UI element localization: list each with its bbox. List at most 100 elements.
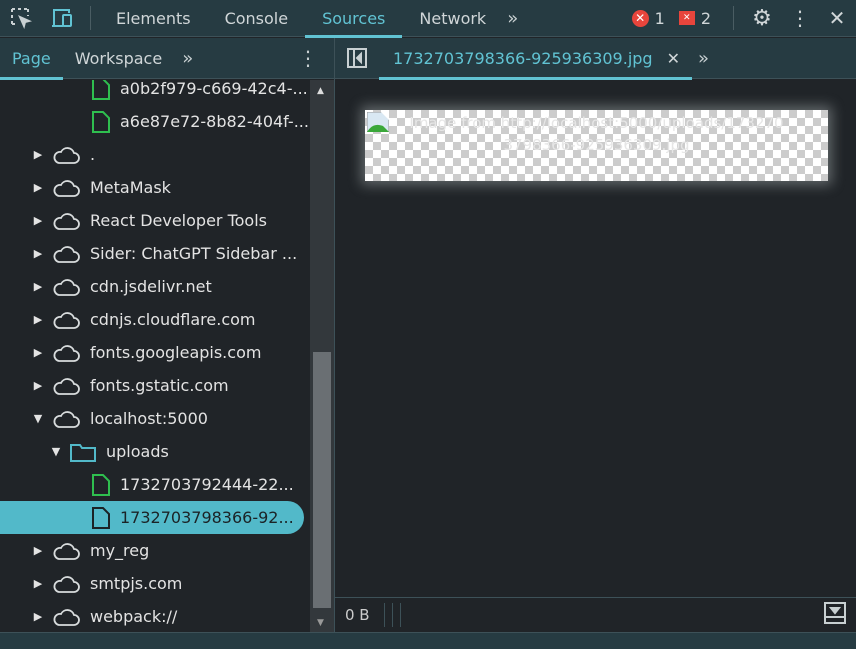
tree-item-label: 1732703792444-22...: [120, 475, 294, 494]
cloud-icon: [53, 278, 80, 296]
tab-console[interactable]: Console: [208, 0, 306, 37]
divider: [90, 6, 91, 30]
file-icon: [92, 80, 110, 100]
collapsed-arrow-icon[interactable]: ▶: [32, 214, 44, 227]
issue-icon: ✕: [678, 11, 695, 25]
editor-tab[interactable]: 1732703798366-925936309.jpg ✕: [379, 39, 692, 80]
tree-item[interactable]: ▶ my_reg: [0, 534, 304, 567]
tree-item[interactable]: a6e87e72-8b82-404f-...: [0, 105, 309, 138]
toggle-drawer-icon[interactable]: [824, 602, 846, 628]
file-icon: [92, 473, 110, 496]
tree-item-label: a0b2f979-c669-42c4-...: [120, 80, 308, 98]
toggle-navigator-icon[interactable]: [335, 48, 379, 68]
tree-item-label: webpack://: [90, 607, 178, 626]
tree-item-label: cdn.jsdelivr.net: [90, 277, 212, 296]
tab-page[interactable]: Page: [0, 38, 63, 80]
collapsed-arrow-icon[interactable]: ▶: [32, 181, 44, 194]
scroll-up-icon[interactable]: ▲: [317, 86, 324, 96]
tree-item[interactable]: ▶ React Developer Tools: [0, 204, 304, 237]
divider: [399, 603, 401, 627]
tree-item[interactable]: a0b2f979-c669-42c4-...: [0, 80, 308, 105]
cloud-icon: [53, 542, 80, 560]
tree-item-label: .: [90, 145, 96, 164]
collapsed-arrow-icon[interactable]: ▶: [32, 247, 44, 260]
tree-item-label: fonts.googleapis.com: [90, 343, 262, 362]
tree-item-label: my_reg: [90, 541, 150, 560]
collapsed-arrow-icon[interactable]: ▶: [32, 379, 44, 392]
drawer-bar: [0, 632, 856, 649]
close-devtools-icon[interactable]: ✕: [818, 6, 856, 30]
cloud-icon: [53, 608, 80, 626]
file-tree: a0b2f979-c669-42c4-... a6e87e72-8b82-404f…: [0, 80, 310, 632]
tree-item[interactable]: ▶ cdn.jsdelivr.net: [0, 270, 304, 303]
tree-item[interactable]: ▶ cdnjs.cloudflare.com: [0, 303, 304, 336]
tree-item[interactable]: ▶.: [0, 138, 304, 171]
cloud-icon: [53, 212, 80, 230]
issue-count[interactable]: ✕ 2: [678, 9, 711, 28]
tree-item-label: 1732703798366-92...: [120, 508, 294, 527]
tree-item[interactable]: ▶ fonts.googleapis.com: [0, 336, 304, 369]
divider: [383, 603, 385, 627]
tree-scrollbar[interactable]: ▲ ▼: [310, 80, 334, 632]
navigator-menu-icon[interactable]: ⋮: [298, 46, 318, 70]
tab-elements[interactable]: Elements: [99, 0, 208, 37]
collapsed-arrow-icon[interactable]: ▶: [32, 577, 44, 590]
tree-item[interactable]: 1732703798366-92...: [0, 501, 304, 534]
tree-item[interactable]: ▼ uploads: [0, 435, 304, 468]
scroll-down-icon[interactable]: ▼: [317, 618, 324, 628]
collapsed-arrow-icon[interactable]: ▶: [32, 148, 44, 161]
tree-item-label: fonts.gstatic.com: [90, 376, 229, 395]
editor-tabbar: 1732703798366-925936309.jpg ✕ »: [335, 38, 856, 80]
divider: [391, 603, 393, 627]
tree-item[interactable]: ▼ localhost:5000: [0, 402, 304, 435]
collapsed-arrow-icon[interactable]: ▶: [32, 346, 44, 359]
more-tabs-icon[interactable]: »: [507, 8, 518, 29]
collapsed-arrow-icon[interactable]: ▶: [32, 610, 44, 623]
device-toolbar-icon[interactable]: [42, 0, 82, 37]
inspect-element-icon[interactable]: [0, 0, 42, 37]
tree-item[interactable]: 1732703792444-22...: [0, 468, 304, 501]
image-placeholder: Image from http://localhost:5000/uploads…: [365, 110, 828, 181]
status-bar: 0 B: [335, 597, 856, 632]
cloud-icon: [53, 245, 80, 263]
folder-icon: [70, 443, 96, 462]
tree-item-label: React Developer Tools: [90, 211, 267, 230]
tree-item-label: cdnjs.cloudflare.com: [90, 310, 256, 329]
tree-item-label: localhost:5000: [90, 409, 208, 428]
navigator-tabbar: Page Workspace » ⋮: [0, 38, 334, 80]
expanded-arrow-icon[interactable]: ▼: [50, 445, 62, 458]
collapsed-arrow-icon[interactable]: ▶: [32, 313, 44, 326]
tree-item-label: Sider: ChatGPT Sidebar ...: [90, 244, 298, 263]
error-count[interactable]: ✕ 1: [631, 9, 665, 28]
expanded-arrow-icon[interactable]: ▼: [32, 412, 44, 425]
tree-item-label: MetaMask: [90, 178, 171, 197]
tree-item[interactable]: ▶ MetaMask: [0, 171, 304, 204]
tab-sources[interactable]: Sources: [305, 0, 403, 38]
tree-item-label: uploads: [106, 442, 169, 461]
close-tab-icon[interactable]: ✕: [667, 49, 680, 68]
more-tabs-icon[interactable]: »: [698, 48, 709, 69]
cloud-icon: [53, 146, 80, 164]
tree-item-label: a6e87e72-8b82-404f-...: [120, 112, 309, 131]
settings-gear-icon[interactable]: ⚙: [742, 6, 782, 31]
collapsed-arrow-icon[interactable]: ▶: [32, 280, 44, 293]
tab-workspace[interactable]: Workspace: [63, 38, 174, 79]
collapsed-arrow-icon[interactable]: ▶: [32, 544, 44, 557]
cloud-icon: [53, 377, 80, 395]
file-icon: [92, 110, 110, 133]
cloud-icon: [53, 344, 80, 362]
tree-item[interactable]: ▶ fonts.gstatic.com: [0, 369, 304, 402]
tab-network[interactable]: Network: [402, 0, 503, 37]
tree-item[interactable]: ▶ webpack://: [0, 600, 304, 632]
more-tabs-icon[interactable]: »: [182, 48, 193, 69]
cloud-icon: [53, 179, 80, 197]
cloud-icon: [53, 311, 80, 329]
scrollbar-thumb[interactable]: [313, 352, 331, 608]
more-options-icon[interactable]: ⋮: [782, 6, 818, 30]
tree-item[interactable]: ▶ Sider: ChatGPT Sidebar ...: [0, 237, 304, 270]
main-toolbar: Elements Console Sources Network » ✕ 1 ✕ 2 …: [0, 0, 856, 38]
tree-item[interactable]: ▶ smtpjs.com: [0, 567, 304, 600]
image-preview: Image from http://localhost:5000/uploads…: [335, 80, 856, 597]
cloud-icon: [53, 410, 80, 428]
divider: [733, 6, 734, 30]
